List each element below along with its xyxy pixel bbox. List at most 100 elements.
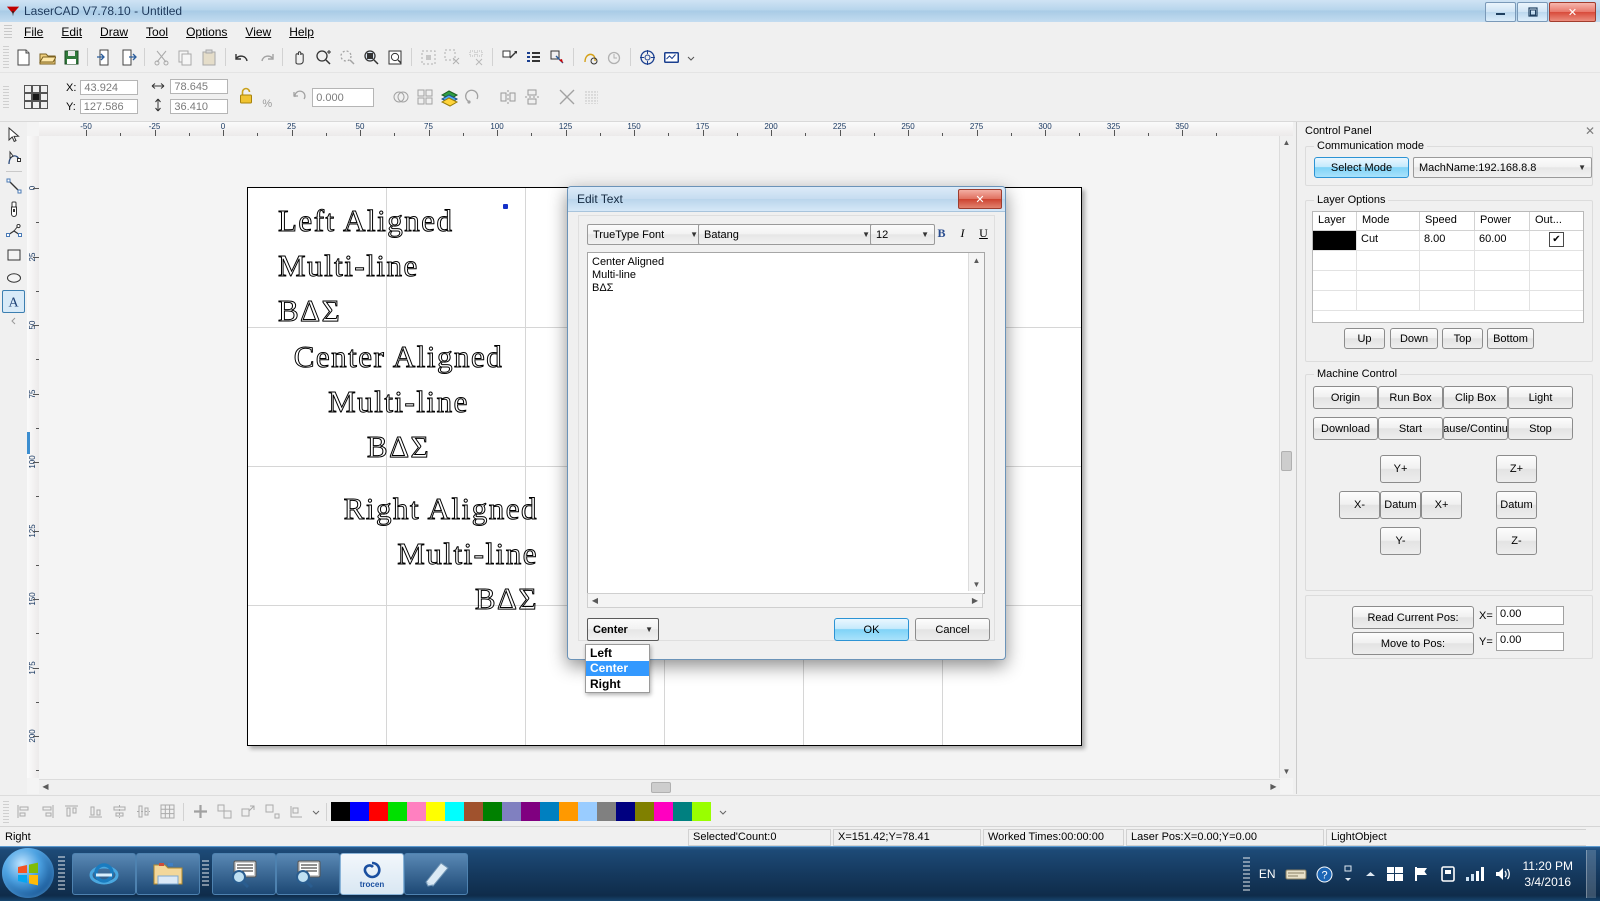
dialog-close-button[interactable]: ✕ xyxy=(958,189,1002,209)
text-align-combo[interactable]: Center ▼ xyxy=(587,618,659,641)
node-edit-icon[interactable] xyxy=(3,147,24,168)
palette-color-swatch[interactable] xyxy=(464,802,483,821)
text-edit-area[interactable]: Center Aligned Multi-line BΔΣ ▲ ▼ xyxy=(587,252,985,594)
pen-tool-icon[interactable] xyxy=(3,198,24,219)
array-tool-icon[interactable] xyxy=(498,46,520,68)
undo-icon[interactable] xyxy=(231,46,253,68)
italic-button[interactable]: I xyxy=(953,224,972,243)
align-option-left[interactable]: Left xyxy=(586,645,649,661)
pos-x-input[interactable]: 0.00 xyxy=(1496,606,1564,625)
font-name-combo[interactable]: Batang ▼ xyxy=(698,224,876,245)
mirror-vertical-icon[interactable] xyxy=(521,86,543,108)
toolbar-overflow-icon[interactable] xyxy=(684,46,696,68)
align-bottom-icon[interactable] xyxy=(84,801,106,823)
snap-corner-icon[interactable] xyxy=(285,801,307,823)
light-button[interactable]: Light xyxy=(1508,386,1573,409)
run-box-button[interactable]: Run Box xyxy=(1378,386,1443,409)
show-hidden-icons-icon[interactable] xyxy=(1342,865,1355,883)
rectangle-tool-icon[interactable] xyxy=(3,244,24,265)
jog-x-plus-button[interactable]: X+ xyxy=(1421,491,1462,519)
menu-draw[interactable]: Draw xyxy=(91,23,137,41)
taskbar-group-grip[interactable] xyxy=(202,860,209,888)
properties-toolbar-grip[interactable] xyxy=(3,86,9,108)
line-tool-icon[interactable] xyxy=(3,175,24,196)
align-top-icon[interactable] xyxy=(60,801,82,823)
redo-icon[interactable] xyxy=(255,46,277,68)
bold-button[interactable]: B xyxy=(932,224,951,243)
align-toolbar-overflow-icon[interactable] xyxy=(309,801,321,823)
chevron-up-icon[interactable] xyxy=(1364,870,1377,879)
menu-options[interactable]: Options xyxy=(177,23,236,41)
width-input[interactable]: 78.645 xyxy=(170,79,229,94)
palette-color-swatch[interactable] xyxy=(559,802,578,821)
pause-continue-button[interactable]: ause/Continu xyxy=(1443,417,1508,440)
select-arrow-icon[interactable] xyxy=(3,124,24,145)
text-area-horizontal-scrollbar[interactable]: ◀ ▶ xyxy=(587,593,983,608)
clock[interactable]: 11:20 PM 3/4/2016 xyxy=(1523,858,1573,890)
network-windows-icon[interactable] xyxy=(1386,865,1404,883)
jog-z-minus-button[interactable]: Z- xyxy=(1496,527,1537,555)
horizontal-scroll-thumb[interactable] xyxy=(651,782,671,793)
zoom-in-out-icon[interactable] xyxy=(312,46,334,68)
palette-color-swatch[interactable] xyxy=(635,802,654,821)
palette-color-swatch[interactable] xyxy=(673,802,692,821)
select-all-nodes-icon[interactable] xyxy=(417,46,439,68)
table-row[interactable]: Cut 8.00 60.00 ✔ xyxy=(1313,231,1583,251)
taskbar-item-internet-explorer[interactable] xyxy=(72,853,136,895)
selection-handle[interactable] xyxy=(503,204,508,209)
show-desktop-button[interactable] xyxy=(1586,850,1596,898)
menu-help[interactable]: Help xyxy=(280,23,323,41)
rotate-preview-icon[interactable] xyxy=(603,46,625,68)
start-button[interactable]: Start xyxy=(1378,417,1443,440)
layer-bottom-button[interactable]: Bottom xyxy=(1487,328,1534,349)
export-icon[interactable] xyxy=(117,46,139,68)
cut-icon[interactable] xyxy=(150,46,172,68)
volume-icon[interactable] xyxy=(1494,866,1512,882)
scroll-left-arrow-icon[interactable]: ◀ xyxy=(39,780,52,793)
font-type-combo[interactable]: TrueType Font ▼ xyxy=(587,224,704,245)
jog-z-plus-button[interactable]: Z+ xyxy=(1496,455,1537,483)
palette-color-swatch[interactable] xyxy=(654,802,673,821)
taskbar-item-file-explorer[interactable] xyxy=(136,853,200,895)
palette-color-swatch[interactable] xyxy=(616,802,635,821)
palette-color-swatch[interactable] xyxy=(445,802,464,821)
copy-icon[interactable] xyxy=(174,46,196,68)
output-checkbox[interactable]: ✔ xyxy=(1549,232,1564,247)
palette-color-swatch[interactable] xyxy=(540,802,559,821)
size-match-icon[interactable] xyxy=(213,801,235,823)
distribute-icon[interactable] xyxy=(189,801,211,823)
start-button[interactable] xyxy=(2,848,54,898)
jog-y-minus-button[interactable]: Y- xyxy=(1380,527,1421,555)
tray-language[interactable]: EN xyxy=(1259,867,1276,881)
rotation-angle-input[interactable]: 0.000 xyxy=(312,87,375,107)
palette-color-swatch[interactable] xyxy=(407,802,426,821)
tray-grip[interactable] xyxy=(1242,857,1250,891)
canvas-vertical-scrollbar[interactable]: ▲ ▼ xyxy=(1279,136,1293,778)
vertical-scroll-thumb[interactable] xyxy=(1281,451,1292,471)
taskbar-item-laser-app-1[interactable] xyxy=(212,853,276,895)
align-center-vertical-icon[interactable] xyxy=(108,801,130,823)
open-file-icon[interactable] xyxy=(36,46,58,68)
move-to-pos-button[interactable]: Move to Pos: xyxy=(1352,632,1474,655)
scale-up-icon[interactable] xyxy=(237,801,259,823)
zoom-selection-icon[interactable] xyxy=(336,46,358,68)
weld-icon[interactable] xyxy=(390,86,412,108)
layer-table[interactable]: Layer Mode Speed Power Out... Cut 8.00 6… xyxy=(1312,211,1584,323)
maximize-button[interactable] xyxy=(1517,2,1548,22)
layers-stack-icon[interactable] xyxy=(438,86,460,108)
import-icon[interactable] xyxy=(93,46,115,68)
text-area-vertical-scrollbar[interactable]: ▲ ▼ xyxy=(968,253,984,591)
ellipse-tool-icon[interactable] xyxy=(3,267,24,288)
palette-color-swatch[interactable] xyxy=(369,802,388,821)
align-group-icon[interactable] xyxy=(414,86,436,108)
minimize-button[interactable] xyxy=(1485,2,1516,22)
menu-tool[interactable]: Tool xyxy=(137,23,177,41)
toolbar-grip[interactable] xyxy=(3,46,9,68)
machine-name-combo[interactable]: MachName:192.168.8.8 ▼ xyxy=(1413,157,1592,178)
canvas-horizontal-scrollbar[interactable]: ◀ ▶ xyxy=(39,779,1280,794)
snap-bottom-left-icon[interactable] xyxy=(261,801,283,823)
taskbar-item-laser-app-2[interactable] xyxy=(276,853,340,895)
ok-button[interactable]: OK xyxy=(834,618,909,641)
y-position-input[interactable]: 127.586 xyxy=(79,99,138,114)
menu-view[interactable]: View xyxy=(236,23,280,41)
